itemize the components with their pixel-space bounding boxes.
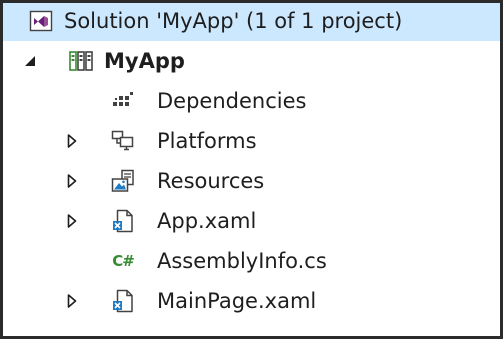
- tree-item-label: MyApp: [104, 48, 185, 73]
- tree-item-app-xaml[interactable]: App.xaml: [3, 201, 500, 241]
- tree-item-mainpage-xaml[interactable]: MainPage.xaml: [3, 281, 500, 321]
- dependencies-icon: [111, 89, 135, 113]
- csharp-project-icon: [69, 49, 93, 73]
- tree-item-platforms[interactable]: Platforms: [3, 121, 500, 161]
- expand-arrow-icon[interactable]: [65, 213, 79, 229]
- solution-explorer-panel: Solution 'MyApp' (1 of 1 project) MyApp: [0, 0, 503, 339]
- tree-item-label: Resources: [157, 168, 265, 193]
- expand-arrow-icon[interactable]: [65, 293, 79, 309]
- tree-item-label: Dependencies: [157, 88, 307, 113]
- xaml-file-icon: [111, 289, 135, 313]
- tree-item-resources[interactable]: Resources: [3, 161, 500, 201]
- tree-item-label: App.xaml: [157, 208, 257, 233]
- xaml-file-icon: [111, 209, 135, 233]
- resources-folder-icon: [111, 169, 135, 193]
- csharp-file-icon: C#: [112, 252, 135, 270]
- collapse-arrow-icon[interactable]: [23, 53, 37, 69]
- tree-item-assemblyinfo-cs[interactable]: C# AssemblyInfo.cs: [3, 241, 500, 281]
- expand-arrow-icon[interactable]: [65, 133, 79, 149]
- tree-item-label: Solution 'MyApp' (1 of 1 project): [64, 8, 403, 33]
- tree-item-label: AssemblyInfo.cs: [157, 248, 327, 273]
- tree-item-project[interactable]: MyApp: [3, 41, 500, 81]
- tree-item-solution[interactable]: Solution 'MyApp' (1 of 1 project): [3, 3, 500, 41]
- tree-item-dependencies[interactable]: Dependencies: [3, 81, 500, 121]
- platforms-icon: [111, 129, 135, 153]
- tree-item-label: MainPage.xaml: [157, 288, 317, 313]
- expand-arrow-icon[interactable]: [65, 173, 79, 189]
- visual-studio-solution-icon: [29, 9, 53, 33]
- tree-item-label: Platforms: [157, 128, 257, 153]
